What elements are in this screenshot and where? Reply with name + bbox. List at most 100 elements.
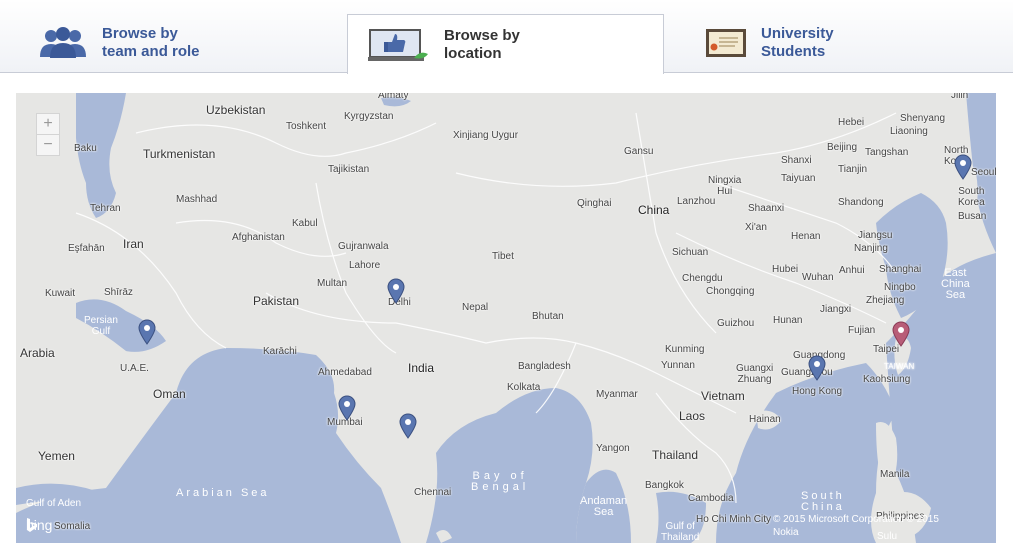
map-label: Gulf of Aden [26, 498, 82, 509]
map-label: South Korea [958, 186, 985, 208]
map-label: Ningxia Hui [708, 175, 742, 197]
bing-logo: bing [26, 517, 52, 533]
zoom-controls: + − [36, 113, 60, 156]
map-label: Gujranwala [338, 241, 389, 252]
map-label: South China [801, 490, 845, 513]
zoom-out-button[interactable]: − [37, 134, 59, 155]
map-label: Lanzhou [677, 196, 716, 207]
location-pin-hyderabad[interactable] [399, 413, 417, 439]
map-label: Liaoning [890, 126, 928, 137]
map-label: Myanmar [596, 389, 638, 400]
map-label: Chennai [414, 487, 452, 498]
location-pin-uae[interactable] [138, 319, 156, 345]
map-label: Bangkok [645, 480, 684, 491]
map-label: Tibet [492, 251, 514, 262]
map-label: Tianjin [838, 164, 868, 175]
map-label: Gulf of Thailand [661, 521, 700, 543]
map-label: Taiyuan [781, 173, 816, 184]
map-label: Shīrāz [104, 287, 133, 298]
map-label: Jiangxi [820, 304, 852, 315]
location-pin-seoul[interactable] [954, 154, 972, 180]
map-label: Busan [958, 211, 987, 222]
tab-bar: Browse by team and role Browse by locati… [0, 0, 1013, 74]
location-pin-taipei[interactable] [892, 321, 910, 347]
location-map[interactable]: + − Almaty Uzbekistan Kyrgyzstan Toshken… [16, 93, 996, 543]
map-label: Jiangsu [858, 230, 893, 241]
tab-browse-by-location[interactable]: Browse by location [347, 14, 664, 74]
team-people-icon [40, 27, 86, 58]
map-label: Ningbo [884, 282, 916, 293]
map-label: Karāchi [263, 346, 297, 357]
map-label: Shanghai [879, 264, 922, 275]
map-label: Shandong [838, 197, 884, 208]
map-label: Gansu [624, 146, 654, 157]
map-label: Yunnan [661, 360, 695, 371]
map-label: Laos [679, 409, 706, 423]
map-label: Almaty [378, 93, 409, 101]
map-label: Yemen [38, 449, 75, 463]
map-label: Persian Gulf [84, 315, 118, 337]
map-label: Tangshan [865, 147, 909, 158]
map-label: Yangon [596, 443, 630, 454]
map-label: Shenyang [900, 113, 946, 124]
map-label: Tajikistan [328, 164, 370, 175]
map-label: India [408, 361, 435, 375]
map-label: Hong Kong [792, 386, 843, 397]
map-label: Iran [123, 237, 144, 251]
bing-b-icon [27, 518, 37, 532]
map-label: East China Sea [941, 267, 970, 301]
map-label: Chengdu [682, 273, 723, 284]
map-label: Beijing [827, 142, 858, 153]
map-label: Lahore [349, 260, 381, 271]
map-label: Arabian Sea [176, 487, 270, 499]
map-label: Kaohsiung [863, 374, 911, 385]
map-label: Ahmedabad [318, 367, 372, 378]
map-label: Nanjing [854, 243, 888, 254]
map-label: Uzbekistan [206, 103, 266, 117]
map-label: U.A.E. [120, 363, 149, 374]
map-label: Bangladesh [518, 361, 571, 372]
map-label: Toshkent [286, 121, 327, 132]
map-label: Pakistan [253, 294, 300, 308]
map-label: Bhutan [532, 311, 564, 322]
map-label: Nepal [462, 302, 489, 313]
map-label: Kabul [292, 218, 318, 229]
map-label: Thailand [652, 448, 699, 462]
map-label: Jilin [951, 93, 969, 101]
map-label: Kyrgyzstan [344, 111, 394, 122]
map-label: Kuwait [45, 288, 76, 299]
map-label: Somalia [54, 521, 91, 532]
diploma-certificate-icon [706, 29, 746, 57]
map-label: Guizhou [717, 318, 755, 329]
tab-browse-by-team-and-role[interactable]: Browse by team and role [38, 14, 338, 72]
map-label: Kolkata [507, 382, 541, 393]
zoom-in-button[interactable]: + [37, 114, 59, 134]
map-label: Kunming [665, 344, 705, 355]
map-label: Wuhan [802, 272, 834, 283]
location-pin-delhi[interactable] [387, 278, 405, 304]
map-label: Henan [791, 231, 821, 242]
map-label: Xinjiang Uygur [453, 130, 519, 141]
map-label: Hebei [838, 117, 865, 128]
map-label: Hubei [772, 264, 799, 275]
map-label: Fujian [848, 325, 876, 336]
map-label: Eşfahān [68, 243, 105, 254]
map-label: Chongqing [706, 286, 755, 297]
map-label: Shanxi [781, 155, 812, 166]
map-label: Cambodia [688, 493, 734, 504]
map-label: Vietnam [701, 389, 745, 403]
map-label: Turkmenistan [143, 147, 216, 161]
map-label: Tehran [90, 203, 121, 214]
map-label: Multan [317, 278, 348, 289]
tab-university-students[interactable]: University Students [705, 14, 1005, 72]
map-label: Anhui [839, 265, 865, 276]
tab-label: Browse by location [444, 26, 520, 62]
map-label: Afghanistan [232, 232, 285, 243]
map-label: Qinghai [577, 198, 612, 209]
map-label: Ho Chi Minh City [696, 514, 772, 525]
map-label: Mashhad [176, 194, 218, 205]
location-pin-guangzhou[interactable] [808, 355, 826, 381]
map-label: Bay of Bengal [471, 470, 530, 493]
location-pin-mumbai[interactable] [338, 395, 356, 421]
map-label: Manila [880, 469, 910, 480]
